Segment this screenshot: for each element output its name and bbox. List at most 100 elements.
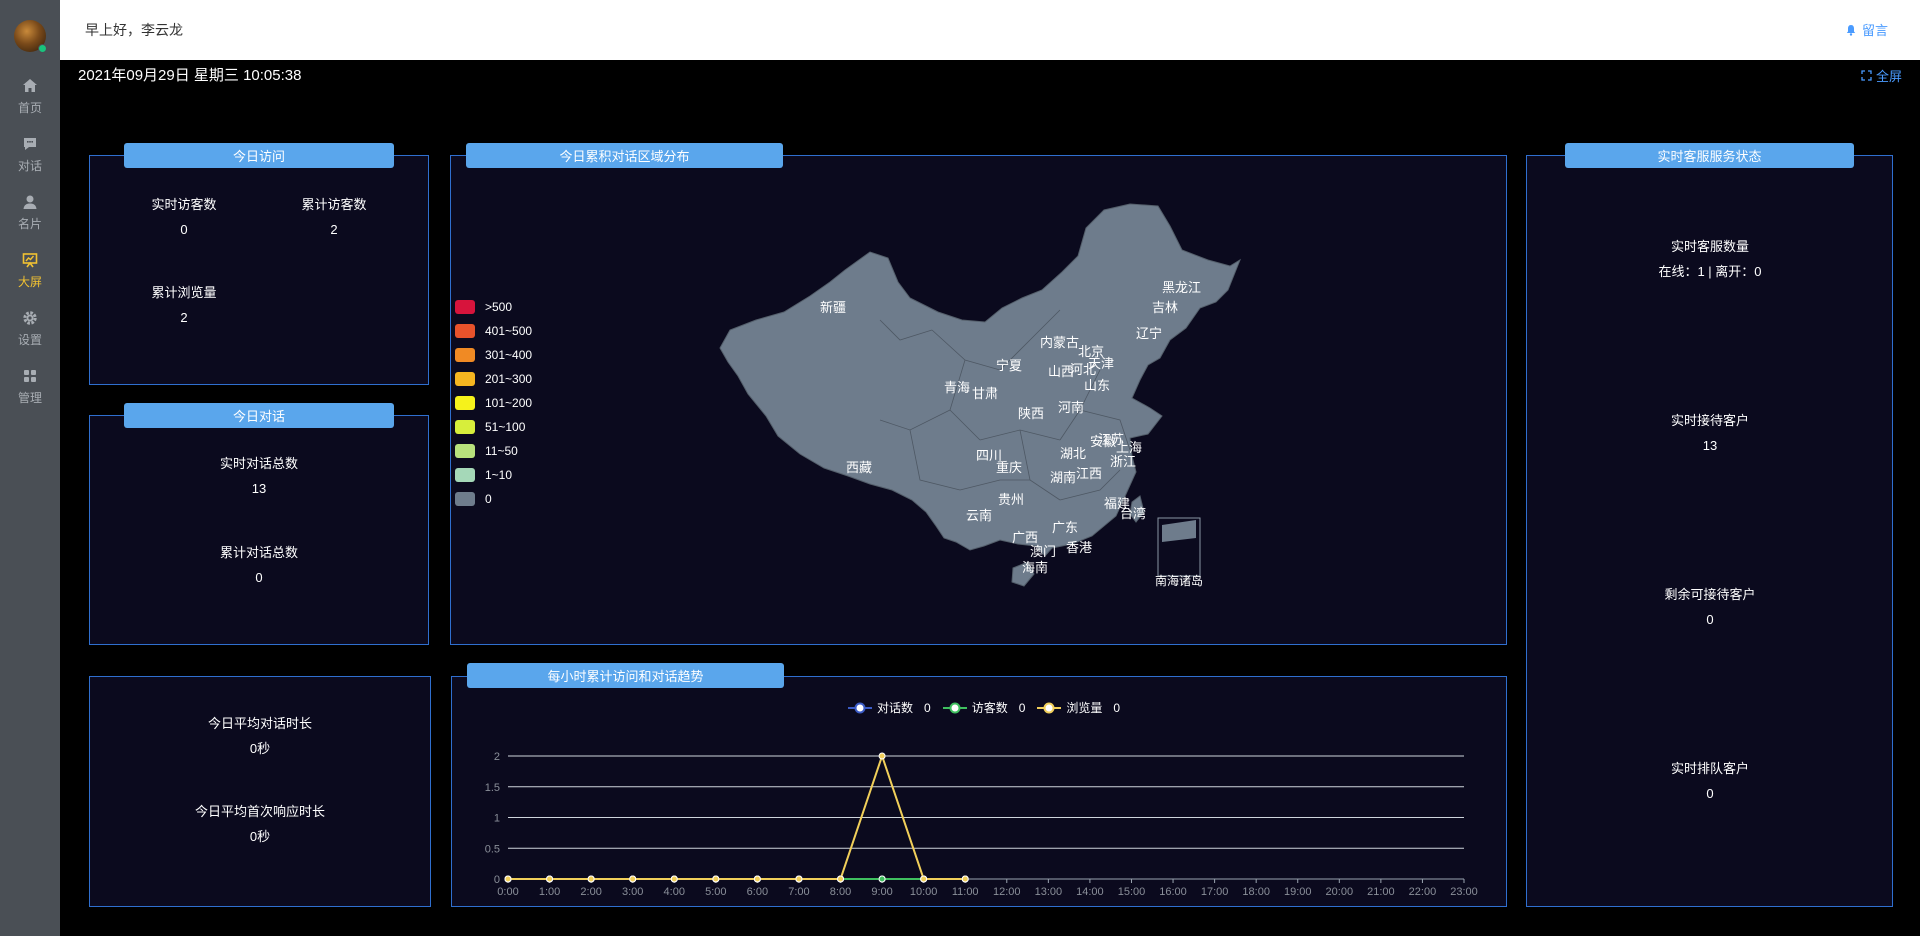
- sidebar-item-chat[interactable]: 对话: [0, 128, 60, 180]
- province-label: 重庆: [996, 460, 1022, 475]
- online-agents-stat: 实时客服数量 在线：1 | 离开：0: [1600, 237, 1820, 283]
- legend-swatch: [455, 300, 475, 314]
- legend-label: 1~10: [485, 468, 513, 482]
- legend-swatch: [455, 468, 475, 482]
- sidebar-item-label: 名片: [17, 216, 42, 231]
- stat-label: 实时客服数量: [1670, 239, 1749, 254]
- stat-label: 实时接待客户: [1670, 413, 1749, 428]
- stat-label: 剩余可接待客户: [1664, 587, 1756, 602]
- province-label: 山西: [1048, 364, 1074, 379]
- sidebar-item-manage[interactable]: 管理: [0, 360, 60, 412]
- data-point[interactable]: [546, 875, 554, 883]
- stat-label: 实时访客数: [151, 197, 217, 212]
- data-point[interactable]: [878, 752, 886, 760]
- stat-value: 13: [251, 481, 267, 496]
- stat-label: 实时排队客户: [1670, 761, 1749, 776]
- region-map-panel-title: 今日累积对话区域分布: [466, 143, 783, 168]
- stat-label: 累计访客数: [301, 197, 367, 212]
- stat-value: 0: [1706, 786, 1714, 801]
- stat-label: 今日平均对话时长: [207, 716, 312, 731]
- china-mainland-shape[interactable]: [719, 203, 1242, 557]
- current-datetime: 2021年09月29日 星期三 10:05:38: [78, 67, 302, 84]
- legend-swatch: [455, 348, 475, 362]
- x-tick-label: 23:00: [1450, 886, 1478, 898]
- x-tick-label: 7:00: [788, 886, 809, 898]
- x-tick-label: 3:00: [622, 886, 643, 898]
- legend-label: >500: [485, 300, 513, 314]
- sidebar-item-label: 对话: [17, 158, 42, 173]
- total-conversations-stat: 累计对话总数 0: [184, 543, 334, 589]
- visits-panel-title: 今日访问: [124, 143, 394, 168]
- stat-value: 在线：1 | 离开：0: [1658, 264, 1762, 279]
- service-status-panel-title: 实时客服服务状态: [1565, 143, 1854, 168]
- province-label: 台湾: [1120, 506, 1146, 521]
- map-legend-item[interactable]: 201~300: [455, 367, 532, 391]
- remaining-capacity-stat: 剩余可接待客户 0: [1600, 585, 1820, 631]
- stat-value: 0: [180, 222, 188, 237]
- map-legend-item[interactable]: 11~50: [455, 439, 532, 463]
- x-tick-label: 22:00: [1409, 886, 1437, 898]
- stat-label: 实时对话总数: [219, 456, 298, 471]
- realtime-visitors-stat: 实时访客数 0: [134, 195, 234, 241]
- data-point[interactable]: [920, 875, 928, 883]
- serving-customers-stat: 实时接待客户 13: [1600, 411, 1820, 457]
- stat-value: 0秒: [249, 829, 271, 844]
- province-label: 新疆: [820, 300, 846, 315]
- x-tick-label: 10:00: [910, 886, 938, 898]
- sidebar-item-settings[interactable]: 设置: [0, 302, 60, 354]
- x-tick-label: 14:00: [1076, 886, 1104, 898]
- x-tick-label: 2:00: [580, 886, 601, 898]
- realtime-conversations-stat: 实时对话总数 13: [184, 454, 334, 500]
- data-point[interactable]: [753, 875, 761, 883]
- legend-swatch: [455, 372, 475, 386]
- china-map: 黑龙江吉林辽宁内蒙古北京天津河北山西山东宁夏青海 甘肃陕西 河南新疆西藏四川重庆湖北…: [719, 203, 1242, 588]
- x-tick-label: 5:00: [705, 886, 726, 898]
- province-label: 广西: [1012, 530, 1038, 545]
- data-point[interactable]: [837, 875, 845, 883]
- map-legend-item[interactable]: 401~500: [455, 319, 532, 343]
- sidebar-item-home[interactable]: 首页: [0, 70, 60, 122]
- data-point[interactable]: [504, 875, 512, 883]
- x-tick-label: 21:00: [1367, 886, 1395, 898]
- map-legend-item[interactable]: >500: [455, 295, 532, 319]
- legend-swatch: [455, 396, 475, 410]
- province-label: 辽宁: [1136, 326, 1162, 341]
- data-point[interactable]: [712, 875, 720, 883]
- south-china-sea-label: 南海诸岛: [1155, 573, 1203, 588]
- data-point[interactable]: [670, 875, 678, 883]
- map-legend-item[interactable]: 1~10: [455, 463, 532, 487]
- data-point[interactable]: [878, 875, 886, 883]
- legend-label: 201~300: [485, 372, 533, 386]
- sidebar-item-dashboard[interactable]: 大屏: [0, 244, 60, 296]
- chat-icon: [24, 137, 36, 150]
- y-tick-label: 1.5: [485, 782, 500, 794]
- grid-icon: [24, 369, 36, 382]
- map-legend-item[interactable]: 301~400: [455, 343, 532, 367]
- province-label: 甘肃: [972, 386, 998, 401]
- dashboard-icon: [22, 252, 38, 267]
- map-legend-item[interactable]: 101~200: [455, 391, 532, 415]
- x-tick-label: 1:00: [539, 886, 560, 898]
- data-point[interactable]: [795, 875, 803, 883]
- fullscreen-button[interactable]: 全屏: [1861, 66, 1902, 85]
- x-tick-label: 18:00: [1242, 886, 1270, 898]
- map-legend-item[interactable]: 51~100: [455, 415, 532, 439]
- sidebar-item-card[interactable]: 名片: [0, 186, 60, 238]
- map-legend-item[interactable]: 0: [455, 487, 532, 511]
- province-label: 湖南: [1050, 470, 1076, 485]
- x-tick-label: 15:00: [1118, 886, 1146, 898]
- province-label: 青海: [944, 380, 970, 395]
- legend-swatch: [455, 420, 475, 434]
- legend-swatch: [455, 324, 475, 338]
- data-point[interactable]: [629, 875, 637, 883]
- x-tick-label: 8:00: [830, 886, 851, 898]
- topbar: 早上好，李云龙 留言: [60, 0, 1920, 60]
- province-label: 广东: [1052, 520, 1078, 535]
- data-point[interactable]: [587, 875, 595, 883]
- data-point[interactable]: [961, 875, 969, 883]
- stat-value: 2: [330, 222, 338, 237]
- home-icon: [23, 78, 37, 92]
- message-button[interactable]: 留言: [1845, 20, 1888, 39]
- province-label: 内蒙古: [1040, 335, 1079, 350]
- y-tick-label: 1: [494, 813, 500, 825]
